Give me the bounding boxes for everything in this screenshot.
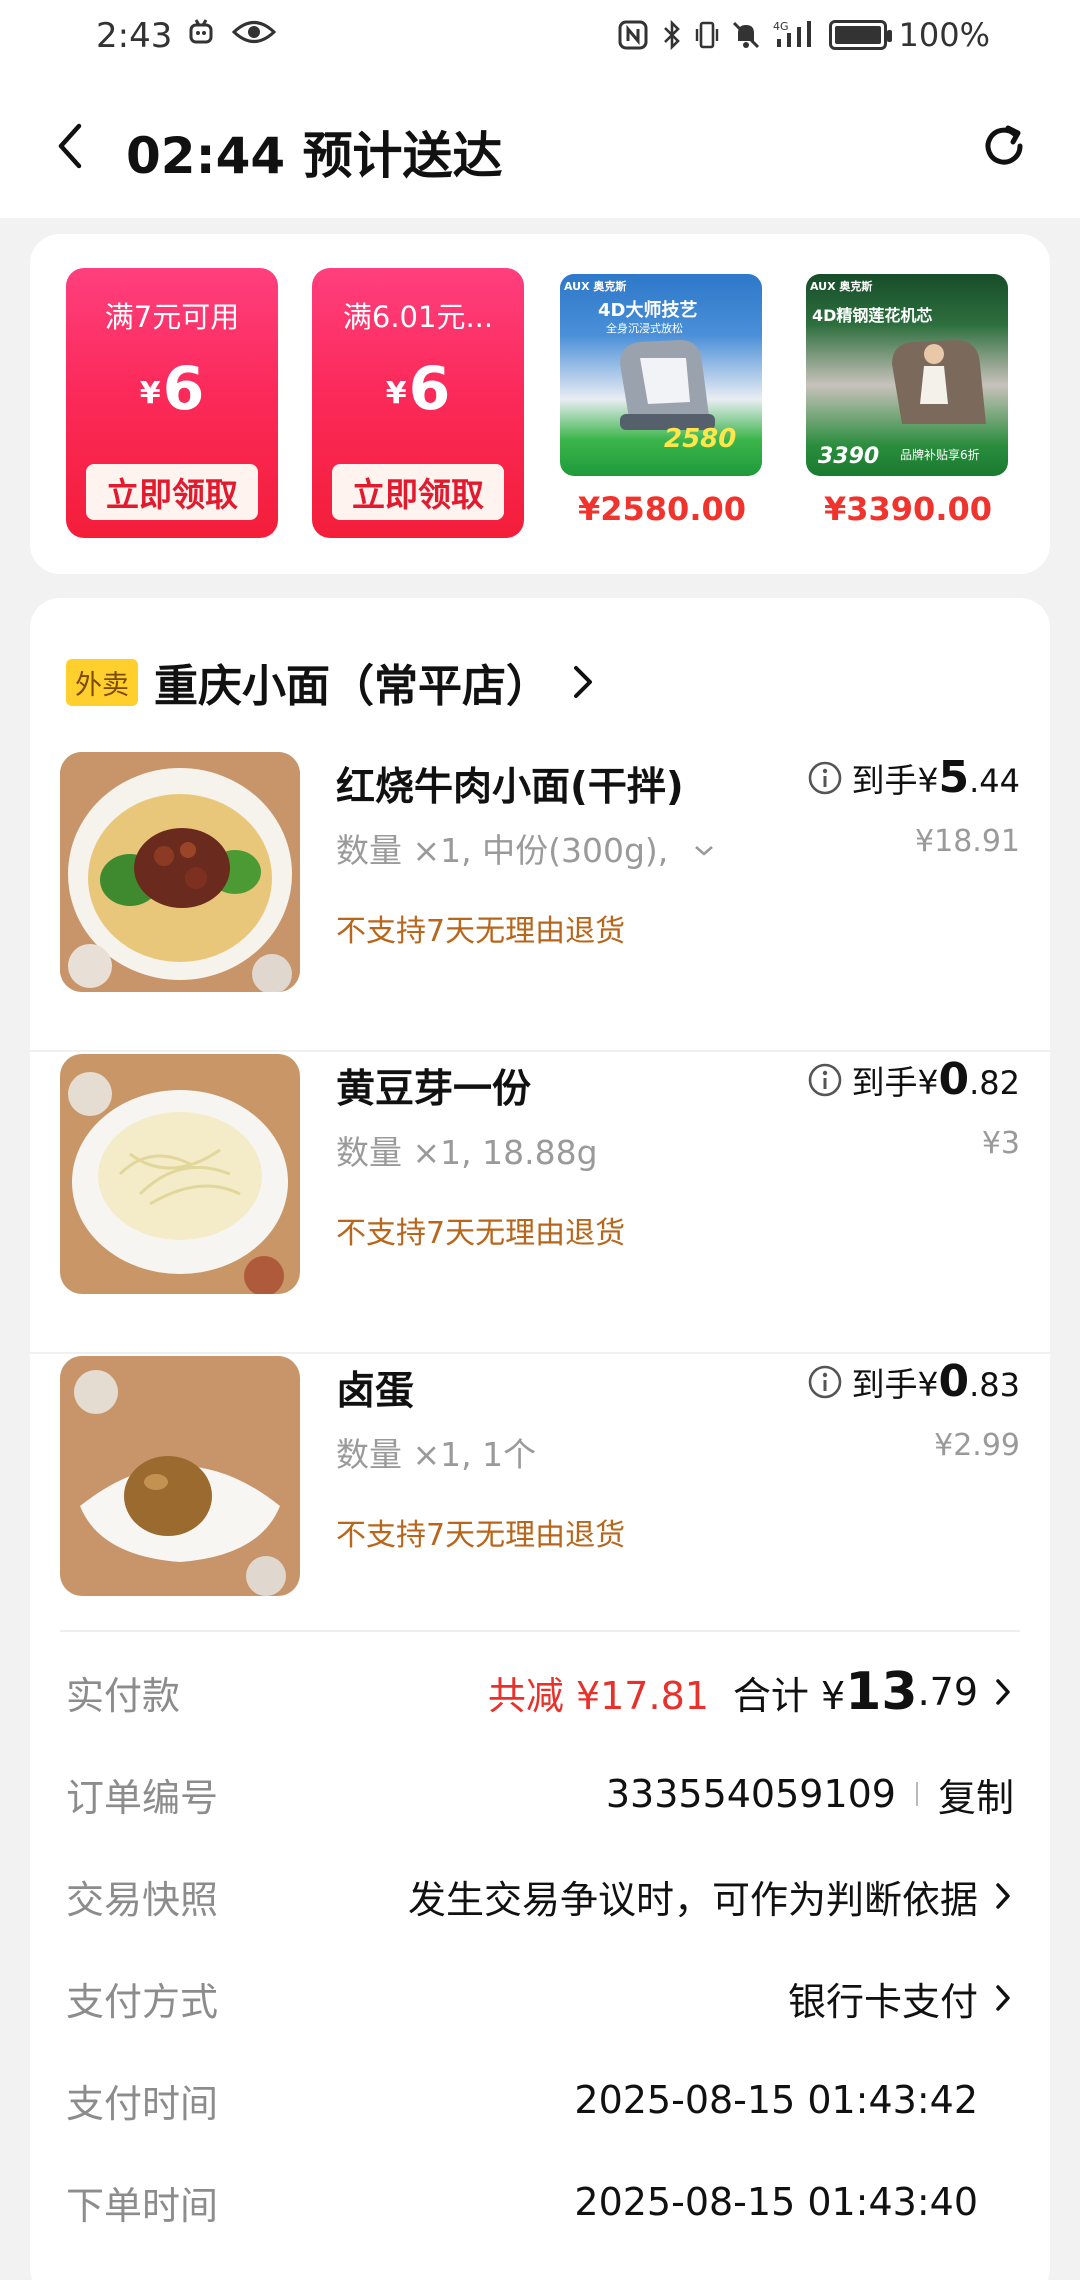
- order-time: 2025-08-15 01:43:40: [574, 2180, 978, 2224]
- info-icon[interactable]: [807, 760, 843, 796]
- battery-icon: [828, 20, 892, 50]
- paid-label: 实付款: [66, 1673, 181, 1718]
- divider: [915, 1782, 918, 1806]
- chevron-right-icon: [996, 1679, 1010, 1705]
- chevron-down-icon: [694, 846, 713, 856]
- item-name: 黄豆芽一份: [336, 1067, 532, 1112]
- notification-icons: [186, 16, 276, 51]
- order-item[interactable]: 卤蛋 数量 ×1, 1个 不支持7天无理由退货 到手¥ 0.83 ¥2.99: [30, 1356, 1050, 1656]
- status-time: 2:43: [96, 16, 173, 56]
- chevron-right-icon: [996, 1883, 1010, 1909]
- chevron-left-icon: [58, 123, 82, 169]
- massage-chair-image: AUX 奥克斯 4D大师技艺 全身沉浸式放松 2580: [560, 274, 762, 476]
- bluetooth-icon: [663, 19, 680, 51]
- total-amount: 13: [845, 1662, 918, 1722]
- store-link[interactable]: 外卖 重庆小面（常平店）: [66, 652, 596, 712]
- order-time-label: 下单时间: [66, 2183, 219, 2228]
- original-price: ¥2.99: [934, 1428, 1020, 1463]
- snapshot-value: 发生交易争议时，可作为判断依据: [407, 1877, 978, 1922]
- eye-icon: [231, 21, 276, 43]
- final-price[interactable]: 到手¥ 5.44: [807, 752, 1020, 803]
- refresh-icon: [985, 125, 1023, 165]
- ad-product-1[interactable]: AUX 奥克斯 4D大师技艺 全身沉浸式放松 2580 ¥2580.00: [560, 274, 764, 528]
- divider: [30, 1352, 1050, 1354]
- payment-time: 2025-08-15 01:43:42: [574, 2078, 978, 2122]
- copy-button[interactable]: 复制: [938, 1767, 1014, 1822]
- order-card: 外卖 重庆小面（常平店） 红烧牛肉小面(干拌) 数量 ×1, 中份(300g),…: [30, 598, 1050, 2280]
- order-time-row: 下单时间 2025-08-15 01:43:40: [66, 2172, 1014, 2232]
- item-name: 卤蛋: [336, 1369, 415, 1414]
- ad-price: ¥2580.00: [577, 490, 746, 528]
- status-bar: 2:43 4G 100%: [0, 0, 1080, 72]
- coupon-amount: ¥6: [139, 354, 205, 424]
- payment-time-label: 支付时间: [66, 2081, 219, 2126]
- item-spec[interactable]: 数量 ×1, 中份(300g),: [336, 824, 715, 872]
- signal-icon: 4G: [773, 20, 811, 47]
- coupon-amount: ¥6: [385, 354, 451, 424]
- order-number: 333554059109: [605, 1772, 896, 1816]
- chevron-right-icon: [574, 666, 592, 698]
- alarm-icon: [189, 19, 213, 44]
- total-prefix: 合计 ¥: [732, 1673, 846, 1718]
- claim-coupon-button[interactable]: 立即领取: [86, 464, 258, 520]
- system-indicators: 4G 100%: [617, 16, 990, 54]
- snapshot-row[interactable]: 交易快照 发生交易争议时，可作为判断依据: [66, 1866, 1014, 1926]
- no-return-notice: 不支持7天无理由退货: [336, 1216, 626, 1251]
- svg-text:4G: 4G: [773, 20, 789, 33]
- item-spec: 数量 ×1, 18.88g: [336, 1133, 598, 1172]
- ad-price: ¥3390.00: [823, 490, 992, 528]
- delivery-tag: 外卖: [66, 658, 138, 706]
- mute-icon: [732, 21, 759, 49]
- store-name: 重庆小面（常平店）: [154, 661, 550, 712]
- snapshot-label: 交易快照: [66, 1877, 219, 1922]
- order-item[interactable]: 红烧牛肉小面(干拌) 数量 ×1, 中份(300g), 不支持7天无理由退货 到…: [30, 752, 1050, 1052]
- coupon-condition: 满7元可用: [104, 300, 240, 334]
- divider: [30, 1050, 1050, 1052]
- total-decimal: .79: [917, 1670, 978, 1714]
- payment-method-value: 银行卡支付: [787, 1979, 978, 2024]
- page-header: 02:44 预计送达: [0, 72, 1080, 218]
- bean-sprouts-image: [60, 1054, 300, 1294]
- order-item[interactable]: 黄豆芽一份 数量 ×1, 18.88g 不支持7天无理由退货 到手¥ 0.82 ¥…: [30, 1054, 1050, 1354]
- coupon-condition: 满6.01元...: [342, 300, 494, 334]
- item-name: 红烧牛肉小面(干拌): [336, 765, 684, 810]
- beef-noodle-image: [60, 752, 300, 992]
- coupon-1[interactable]: 满7元可用 ¥6 立即领取: [66, 268, 278, 538]
- payment-method-label: 支付方式: [66, 1979, 219, 2024]
- payment-time-row: 支付时间 2025-08-15 01:43:42: [66, 2070, 1014, 2130]
- refresh-button[interactable]: [976, 118, 1032, 174]
- divider: [60, 1630, 1020, 1632]
- braised-egg-image: [60, 1356, 300, 1596]
- original-price: ¥18.91: [915, 824, 1020, 859]
- no-return-notice: 不支持7天无理由退货: [336, 1518, 626, 1553]
- coupon-2[interactable]: 满6.01元... ¥6 立即领取: [312, 268, 524, 538]
- paid-amount-row[interactable]: 实付款 共减 ¥17.81 合计 ¥ 13 .79: [66, 1662, 1014, 1722]
- chevron-right-icon: [996, 1985, 1010, 2011]
- claim-coupon-button[interactable]: 立即领取: [332, 464, 504, 520]
- massage-chair-image: AUX 奥克斯 4D精钢莲花机芯 3390 品牌补贴享6折: [806, 274, 1008, 476]
- back-button[interactable]: [42, 114, 98, 178]
- order-number-label: 订单编号: [66, 1775, 219, 1820]
- ad-product-2[interactable]: AUX 奥克斯 4D精钢莲花机芯 3390 品牌补贴享6折 ¥3390.00: [806, 274, 1010, 528]
- order-number-row: 订单编号 333554059109 复制: [66, 1764, 1014, 1824]
- no-return-notice: 不支持7天无理由退货: [336, 914, 626, 949]
- page-title: 02:44 预计送达: [126, 127, 503, 185]
- final-price[interactable]: 到手¥ 0.82: [807, 1054, 1020, 1105]
- original-price: ¥3: [981, 1126, 1020, 1161]
- item-spec: 数量 ×1, 1个: [336, 1435, 537, 1474]
- final-price[interactable]: 到手¥ 0.83: [807, 1356, 1020, 1407]
- nfc-icon: [618, 20, 648, 50]
- vibrate-icon: [695, 21, 718, 49]
- info-icon[interactable]: [807, 1364, 843, 1400]
- payment-method-row[interactable]: 支付方式 银行卡支付: [66, 1968, 1014, 2028]
- discount-total: 共减 ¥17.81: [487, 1673, 709, 1718]
- battery-percent: 100%: [898, 16, 990, 54]
- promo-card: 满7元可用 ¥6 立即领取 满6.01元... ¥6 立即领取 AUX 奥克斯 …: [30, 234, 1050, 574]
- info-icon[interactable]: [807, 1062, 843, 1098]
